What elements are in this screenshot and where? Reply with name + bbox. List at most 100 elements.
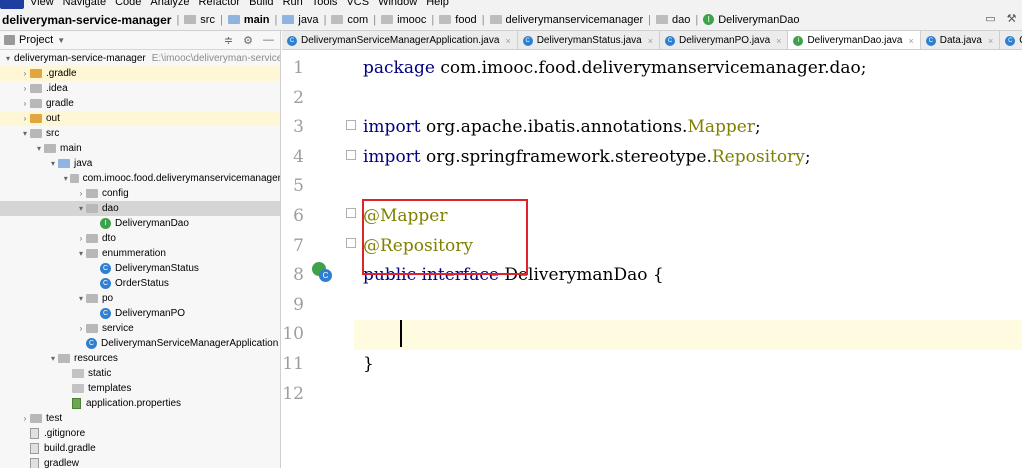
chevron-down-icon[interactable]: ▾ (20, 129, 30, 138)
tree-item[interactable]: ▾ po (0, 291, 280, 306)
chevron-down-icon[interactable]: ▾ (62, 174, 70, 183)
menu-item-code[interactable]: Code (115, 0, 141, 8)
fold-marker-icon[interactable] (346, 208, 356, 218)
breadcrumb-item[interactable]: | src (171, 14, 215, 26)
chevron-down-icon[interactable]: ▾ (76, 249, 86, 258)
tree-item[interactable]: C DeliverymanServiceManagerApplication (0, 336, 280, 351)
close-icon[interactable]: × (988, 36, 993, 46)
editor-tab[interactable]: C DeliverymanServiceManagerApplication.ja… (282, 31, 518, 49)
tree-item[interactable]: › .idea (0, 81, 280, 96)
tree-item[interactable]: ▾ resources (0, 351, 280, 366)
chevron-down-icon[interactable]: ▾ (48, 159, 58, 168)
close-icon[interactable]: × (505, 36, 510, 46)
tree-item[interactable]: › .gradle (0, 66, 280, 81)
tree-item[interactable]: build.gradle (0, 441, 280, 456)
layout-icon[interactable]: ▭ (984, 13, 997, 26)
breadcrumb-item[interactable]: | main (215, 14, 270, 26)
breadcrumb-separator: | (219, 13, 223, 26)
chevron-right-icon[interactable]: › (76, 234, 86, 243)
package-icon (489, 15, 502, 24)
breadcrumb-item[interactable]: | I DeliverymanDao (690, 14, 799, 26)
menu-item-navigate[interactable]: Navigate (63, 0, 106, 8)
tree-item[interactable]: static (0, 366, 280, 381)
close-icon[interactable]: × (648, 36, 653, 46)
gear-icon[interactable]: ⚙ (243, 34, 253, 47)
collapse-all-icon[interactable]: ≑ (224, 34, 233, 47)
implementation-gutter-icon[interactable]: C (312, 262, 332, 282)
tree-item[interactable]: ▾ java (0, 156, 280, 171)
breadcrumb-separator: | (481, 13, 485, 26)
menu-item-vcs[interactable]: VCS (346, 0, 369, 8)
chevron-down-icon[interactable]: ▾ (76, 204, 86, 213)
chevron-right-icon[interactable]: › (76, 324, 86, 333)
tree-item[interactable]: ▾ main (0, 141, 280, 156)
tree-item[interactable]: I DeliverymanDao (0, 216, 280, 231)
menu-item-build[interactable]: Build (249, 0, 273, 8)
editor-tab[interactable]: C DeliverymanStatus.java × (518, 31, 661, 49)
editor-tab[interactable]: C DeliverymanPO.java × (660, 31, 789, 49)
chevron-down-icon[interactable]: ▾ (34, 144, 44, 153)
breadcrumb-item[interactable]: | deliverymanservicemanager (477, 14, 643, 26)
project-panel-title[interactable]: Project (19, 34, 53, 46)
chevron-right-icon[interactable]: › (20, 99, 30, 108)
tree-item[interactable]: › config (0, 186, 280, 201)
chevron-right-icon[interactable]: › (76, 189, 86, 198)
wrench-icon[interactable]: ⚒ (1005, 13, 1018, 26)
hide-icon[interactable]: — (263, 34, 274, 47)
tree-item[interactable]: C OrderStatus (0, 276, 280, 291)
folder-icon (69, 174, 79, 183)
tree-item[interactable]: ▾ com.imooc.food.deliverymanservicemanage… (0, 171, 280, 186)
code-editor[interactable]: 1 2 3 4 5 6 7 8 9 10 11 12 package com.imooc.food.d… (282, 50, 1022, 468)
tree-item[interactable]: › out (0, 111, 280, 126)
tree-item[interactable]: ▾ src (0, 126, 280, 141)
tree-item[interactable]: gradlew (0, 456, 280, 468)
menu-item-help[interactable]: Help (426, 0, 449, 8)
chevron-down-icon[interactable]: ▾ (76, 294, 86, 303)
menu-item-window[interactable]: Window (378, 0, 417, 8)
chevron-right-icon[interactable]: › (20, 114, 30, 123)
breadcrumb-item[interactable]: | com (319, 14, 369, 26)
tree-item-label: .gradle (46, 68, 77, 79)
chevron-right-icon[interactable]: › (20, 84, 30, 93)
editor-tab[interactable]: COrderStatus.java× (1000, 31, 1022, 49)
chevron-right-icon[interactable]: › (20, 69, 30, 78)
close-icon[interactable]: × (776, 36, 781, 46)
tree-item[interactable]: › service (0, 321, 280, 336)
folder-icon (44, 144, 56, 153)
chevron-down-icon[interactable]: ▾ (6, 54, 10, 63)
fold-marker-icon[interactable] (346, 120, 356, 130)
menu-item-analyze[interactable]: Analyze (150, 0, 189, 8)
editor-tab[interactable]: C Data.java × (921, 31, 1001, 49)
tree-item[interactable]: C DeliverymanPO (0, 306, 280, 321)
breadcrumb-item[interactable]: | java (270, 14, 319, 26)
menu-item-refactor[interactable]: Refactor (199, 0, 241, 8)
editor-tab[interactable]: I DeliverymanDao.java × (788, 31, 921, 49)
breadcrumb-item[interactable]: | dao (643, 14, 690, 26)
chevron-down-icon[interactable]: ▼ (57, 36, 65, 45)
menu-item-run[interactable]: Run (283, 0, 303, 8)
code-keyword: package (363, 58, 435, 78)
chevron-down-icon[interactable]: ▾ (48, 354, 58, 363)
breadcrumb-item[interactable]: | food (426, 14, 476, 26)
breadcrumb-label: main (243, 13, 270, 26)
tree-item[interactable]: › dto (0, 231, 280, 246)
breadcrumb-item[interactable]: | imooc (368, 14, 426, 26)
line-number: 11 (282, 354, 304, 374)
tree-item[interactable]: ▾ deliveryman-service-manager E:\imooc\del… (0, 51, 280, 66)
fold-marker-icon[interactable] (346, 150, 356, 160)
menu-item-tools[interactable]: Tools (312, 0, 338, 8)
tree-item[interactable]: C DeliverymanStatus (0, 261, 280, 276)
tree-item[interactable]: .gitignore (0, 426, 280, 441)
close-icon[interactable]: × (908, 36, 913, 46)
menu-item-view[interactable]: View (30, 0, 54, 8)
tree-item[interactable]: templates (0, 381, 280, 396)
tree-item[interactable]: application.properties (0, 396, 280, 411)
interface-icon: I (100, 218, 111, 229)
fold-marker-icon[interactable] (346, 238, 356, 248)
chevron-right-icon[interactable]: › (20, 414, 30, 423)
breadcrumb-item[interactable]: deliveryman-service-manager (2, 13, 171, 27)
tree-item[interactable]: ▾ dao (0, 201, 280, 216)
tree-item[interactable]: ▾ enummeration (0, 246, 280, 261)
tree-item[interactable]: › gradle (0, 96, 280, 111)
tree-item[interactable]: › test (0, 411, 280, 426)
